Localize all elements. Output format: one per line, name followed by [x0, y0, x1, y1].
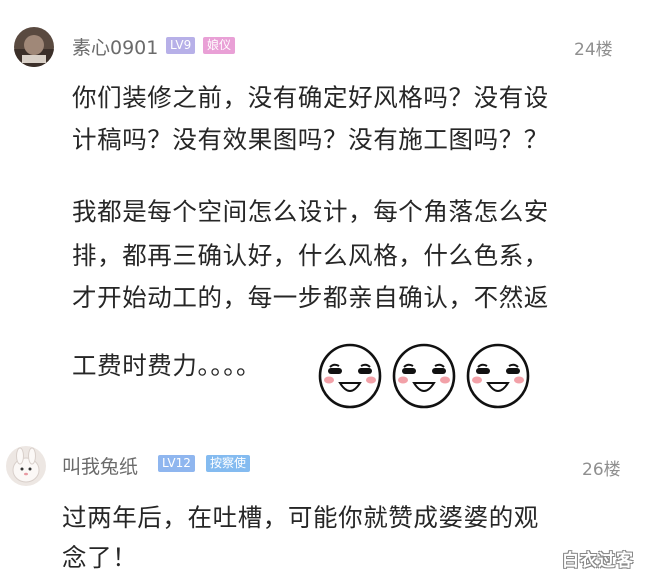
comment-line: 工费时费力。。。。: [72, 351, 262, 380]
comment-24: 素心0901 LV9 娘仪 24楼 你们装修之前，没有确定好风格吗？没有设 计稿…: [0, 0, 646, 430]
username[interactable]: 素心0901: [72, 33, 158, 60]
title-badge: 按察使: [206, 455, 251, 472]
blushing-smile-icon: [392, 343, 456, 409]
avatar[interactable]: [6, 446, 46, 486]
comment-line: 你们装修之前，没有确定好风格吗？没有设: [72, 83, 549, 112]
watermark: 白衣过客: [562, 551, 634, 571]
level-badge: LV12: [158, 455, 195, 472]
comment-line: 才开始动工的，每一步都亲自确认，不然返: [72, 283, 549, 312]
floor-number: 24楼: [574, 40, 613, 60]
comment-line: 计稿吗？没有效果图吗？没有施工图吗？？: [72, 125, 549, 154]
comment-line: 排，都再三确认好，什么风格，什么色系，: [72, 241, 549, 270]
floor-number: 26楼: [582, 460, 621, 480]
comment-line: 我都是每个空间怎么设计，每个角落怎么安: [72, 197, 549, 226]
blushing-smile-icon: [466, 343, 530, 409]
emoji-row: [318, 343, 530, 409]
level-badge: LV9: [166, 37, 196, 54]
comment-line: 念了！: [62, 543, 138, 572]
avatar[interactable]: [14, 27, 54, 67]
username[interactable]: 叫我兔纸: [62, 452, 138, 479]
blushing-smile-icon: [318, 343, 382, 409]
title-badge: 娘仪: [203, 37, 236, 54]
comment-line: 过两年后，在吐槽，可能你就赞成婆婆的观: [62, 503, 539, 532]
